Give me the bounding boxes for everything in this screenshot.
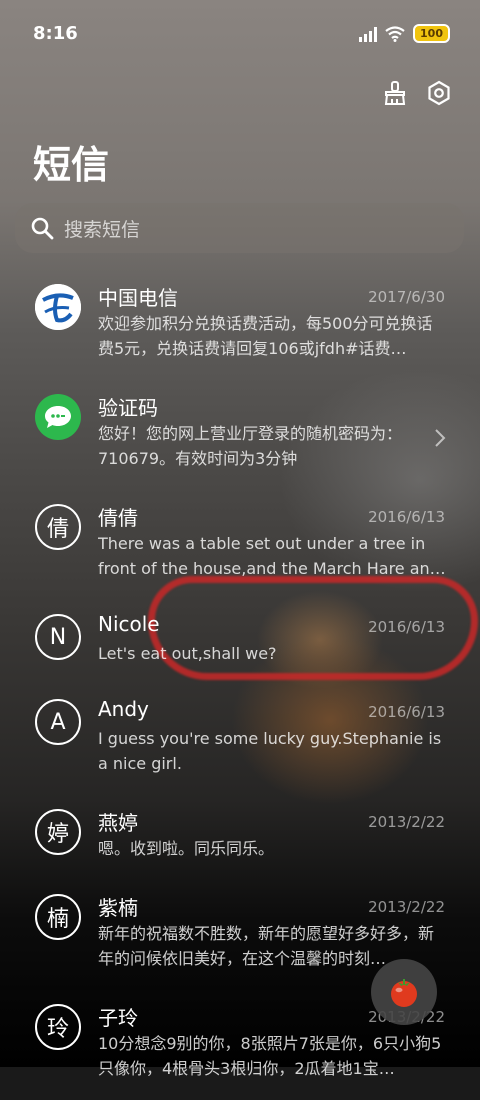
avatar: A bbox=[35, 699, 81, 745]
message-date: 2017/6/30 bbox=[368, 288, 445, 306]
avatar: 婷 bbox=[35, 809, 81, 855]
contact-name: 紫楠 bbox=[98, 896, 138, 920]
contact-name: 倩倩 bbox=[98, 506, 138, 530]
wifi-icon bbox=[385, 25, 405, 42]
search-bar[interactable]: 搜索短信 bbox=[15, 203, 464, 253]
message-preview: 您好！您的网上营业厅登录的随机密码为：710679。有效时间为3分钟 bbox=[98, 424, 403, 468]
list-item[interactable]: N Nicole 2016/6/13 Let's eat out,shall w… bbox=[0, 600, 480, 685]
list-item[interactable]: 婷 燕婷 2013/2/22 嗯。收到啦。同乐同乐。 bbox=[0, 795, 480, 880]
list-item[interactable]: 中国电信 2017/6/30 欢迎参加积分兑换话费活动，每500分可兑换话费5元… bbox=[0, 270, 480, 380]
message-date: 2013/2/22 bbox=[368, 813, 445, 831]
contact-name: 验证码 bbox=[98, 396, 158, 420]
message-bubble-icon bbox=[35, 394, 81, 440]
message-date: 2016/6/13 bbox=[368, 703, 445, 721]
status-bar: 8:16 100 bbox=[0, 0, 480, 68]
message-preview: I guess you're some lucky guy.Stephanie … bbox=[98, 729, 442, 773]
contact-name: Andy bbox=[98, 697, 149, 721]
avatar: 楠 bbox=[35, 894, 81, 940]
broom-clean-icon[interactable] bbox=[382, 80, 408, 106]
status-time: 8:16 bbox=[33, 23, 78, 44]
page-title: 短信 bbox=[33, 143, 110, 187]
search-icon bbox=[31, 217, 54, 240]
message-preview: 欢迎参加积分兑换话费活动，每500分可兑换话费5元，兑换话费请回复106或jfd… bbox=[98, 314, 433, 358]
china-telecom-logo-icon bbox=[35, 284, 81, 330]
list-item[interactable]: 倩 倩倩 2016/6/13 There was a table set out… bbox=[0, 490, 480, 600]
battery-icon: 100 bbox=[413, 24, 450, 43]
message-preview: 嗯。收到啦。同乐同乐。 bbox=[98, 839, 275, 858]
status-icons: 100 bbox=[359, 24, 450, 43]
contact-name: Nicole bbox=[98, 612, 160, 636]
contact-name: 燕婷 bbox=[98, 811, 138, 835]
list-item[interactable]: 验证码 您好！您的网上营业厅登录的随机密码为：710679。有效时间为3分钟 bbox=[0, 380, 480, 490]
tomato-icon bbox=[391, 979, 417, 1007]
list-item[interactable]: A Andy 2016/6/13 I guess you're some luc… bbox=[0, 685, 480, 795]
floating-tomato-button[interactable] bbox=[371, 959, 437, 1025]
contact-name: 中国电信 bbox=[98, 286, 178, 310]
avatar: 玲 bbox=[35, 1004, 81, 1050]
message-preview: There was a table set out under a tree i… bbox=[98, 534, 446, 578]
settings-gear-icon[interactable] bbox=[426, 80, 452, 106]
contact-name: 子玲 bbox=[98, 1006, 138, 1030]
search-input[interactable]: 搜索短信 bbox=[64, 215, 140, 242]
message-date: 2016/6/13 bbox=[368, 618, 445, 636]
message-preview: 10分想念9别的你，8张照片7张是你，6只小狗5只像你，4根骨头3根归你，2瓜着… bbox=[98, 1034, 442, 1078]
signal-icon bbox=[359, 26, 378, 42]
chevron-right-icon bbox=[435, 429, 446, 447]
message-date: 2016/6/13 bbox=[368, 508, 445, 526]
message-preview: Let's eat out,shall we? bbox=[98, 644, 277, 663]
header-actions bbox=[382, 80, 452, 106]
avatar: N bbox=[35, 614, 81, 660]
avatar: 倩 bbox=[35, 504, 81, 550]
message-date: 2013/2/22 bbox=[368, 898, 445, 916]
